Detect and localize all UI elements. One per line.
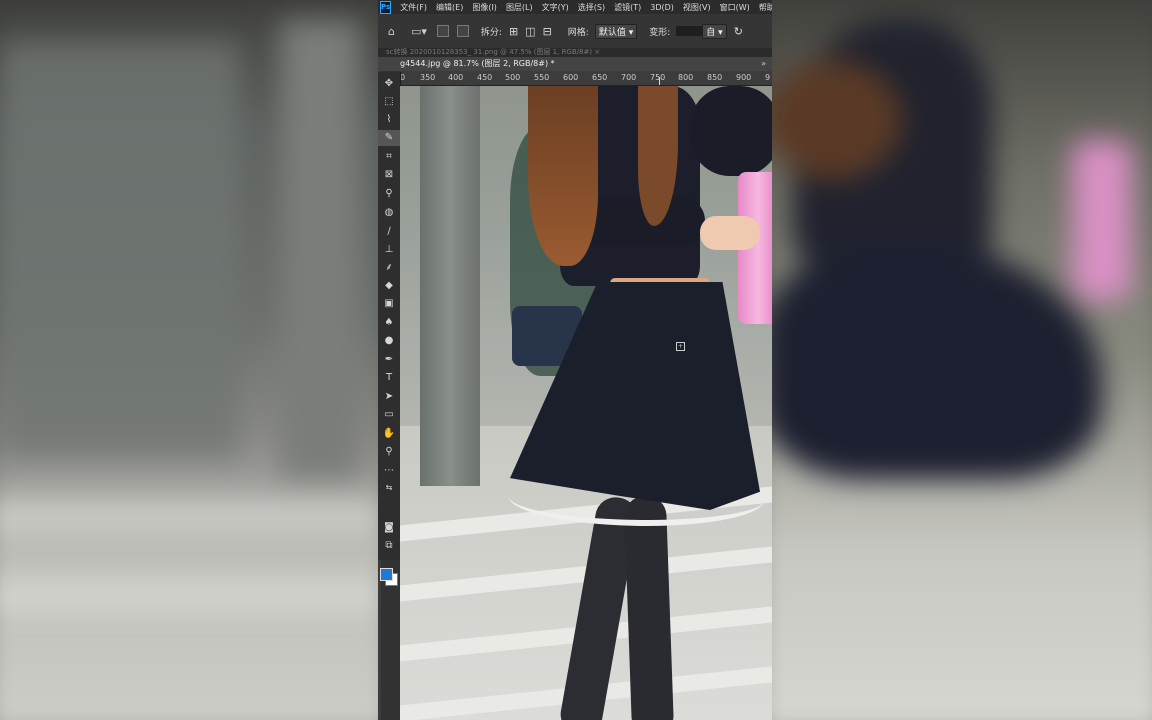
quick-mask-icon[interactable]: ◙ xyxy=(378,520,400,536)
reset-warp-icon[interactable]: ↻ xyxy=(734,25,743,38)
split-cross-icon[interactable]: ⊞ xyxy=(509,25,518,38)
ruler-cursor-marker xyxy=(659,77,660,85)
ruler-label: 9 xyxy=(765,73,771,82)
type-tool[interactable]: T xyxy=(378,370,400,386)
menu-layer[interactable]: 图层(L) xyxy=(506,2,533,13)
zoom-tool[interactable]: ⚲ xyxy=(378,444,400,460)
swap-colors-icon[interactable]: ⇆ xyxy=(378,480,400,496)
pen-tool[interactable]: ✒ xyxy=(378,352,400,368)
dodge-tool[interactable]: ● xyxy=(378,333,400,349)
grid-value: 默认值 xyxy=(598,27,626,38)
split-label: 拆分: xyxy=(480,27,502,38)
blur-tool[interactable]: ♠ xyxy=(378,315,400,331)
marquee-tool[interactable]: ⬚ xyxy=(378,94,400,110)
ruler-label: 750 xyxy=(650,73,666,82)
transform-checkbox[interactable] xyxy=(436,25,449,37)
document-tab-active[interactable]: g4544.jpg @ 81.7% (图层 2, RGB/8#) * » xyxy=(378,57,772,71)
tools-panel: ✥ ⬚ ⌇ ✎ ⌗ ⊠ ⚲ ◍ ∕ ⊥ ⸙ ◆ ▣ ♠ ● ✒ T ➤ ▭ ✋ … xyxy=(378,72,401,586)
clone-stamp-tool[interactable]: ⊥ xyxy=(378,242,400,258)
healing-brush-tool[interactable]: ◍ xyxy=(378,205,400,221)
ruler-label: 650 xyxy=(592,73,608,82)
gradient-tool[interactable]: ▣ xyxy=(378,296,400,312)
foreground-color-swatch[interactable] xyxy=(380,568,393,581)
blurred-background-right xyxy=(772,0,1152,720)
eyedropper-tool[interactable]: ⚲ xyxy=(378,186,400,202)
deform-swatch[interactable] xyxy=(676,26,703,36)
menu-edit[interactable]: 编辑(E) xyxy=(436,2,463,13)
document-tab-title: g4544.jpg @ 81.7% (图层 2, RGB/8#) * xyxy=(400,59,555,68)
hand-tool[interactable]: ✋ xyxy=(378,426,400,442)
menu-bar: Ps 文件(F) 编辑(E) 图像(I) 图层(L) 文字(Y) 选择(S) 滤… xyxy=(378,0,772,14)
menu-select[interactable]: 选择(S) xyxy=(578,2,605,13)
menu-view[interactable]: 视图(V) xyxy=(683,2,711,13)
ruler-label: 800 xyxy=(678,73,694,82)
move-tool[interactable]: ✥ xyxy=(378,76,400,92)
grid-label: 网格: xyxy=(567,27,589,38)
split-horizontal-icon[interactable]: ⊟ xyxy=(543,25,552,38)
frame-tool[interactable]: ⊠ xyxy=(378,167,400,183)
concrete-pillar xyxy=(420,86,480,486)
menu-3d[interactable]: 3D(D) xyxy=(650,3,674,12)
menu-help[interactable]: 帮助(H xyxy=(759,2,772,13)
document-tab-inactive[interactable]: sc转换 2020010128353_ 31.png @ 47.5% (图层 1… xyxy=(378,48,772,57)
document-canvas[interactable]: + xyxy=(400,86,772,720)
home-icon[interactable]: ⌂ xyxy=(388,25,395,38)
ruler-label: 700 xyxy=(621,73,637,82)
crosshair-cursor-icon: + xyxy=(676,342,685,351)
menu-filter[interactable]: 滤镜(T) xyxy=(614,2,641,13)
brush-tool[interactable]: ∕ xyxy=(378,224,400,240)
screen-mode-icon[interactable]: ⧉ xyxy=(378,538,400,554)
menu-type[interactable]: 文字(Y) xyxy=(542,2,569,13)
more-tools-icon[interactable]: ⋯ xyxy=(378,463,400,479)
tool-preset-icon[interactable]: ▭▾ xyxy=(411,25,427,38)
ruler-label: 600 xyxy=(563,73,579,82)
crop-tool[interactable]: ⌗ xyxy=(378,149,400,165)
ruler-label: 500 xyxy=(505,73,521,82)
ruler-label: 900 xyxy=(736,73,752,82)
lasso-tool[interactable]: ⌇ xyxy=(378,112,400,128)
photoshop-window: Ps 文件(F) 编辑(E) 图像(I) 图层(L) 文字(Y) 选择(S) 滤… xyxy=(378,0,772,720)
hand xyxy=(700,216,760,250)
deform-label: 变形: xyxy=(649,27,671,38)
right-leg xyxy=(623,495,675,720)
warp-checkbox[interactable] xyxy=(456,25,469,37)
menu-file[interactable]: 文件(F) xyxy=(400,2,427,13)
ruler-label: 450 xyxy=(477,73,493,82)
eraser-tool[interactable]: ◆ xyxy=(378,278,400,294)
deform-value: 自 xyxy=(706,27,716,38)
options-bar: ⌂ ▭▾ 拆分: ⊞ ◫ ⊟ 网格: 默认值 ▾ 变形: 自 ▾ ↻ xyxy=(378,14,772,49)
menu-window[interactable]: 窗口(W) xyxy=(720,2,750,13)
rectangle-tool[interactable]: ▭ xyxy=(378,407,400,423)
ruler-label: 850 xyxy=(707,73,723,82)
horizontal-ruler: 0 350 400 450 500 550 600 650 700 750 80… xyxy=(400,71,772,86)
history-brush-tool[interactable]: ⸙ xyxy=(378,260,400,276)
photoshop-logo-icon: Ps xyxy=(380,0,392,14)
split-vertical-icon[interactable]: ◫ xyxy=(525,25,535,38)
menu-image[interactable]: 图像(I) xyxy=(472,2,497,13)
tab-overflow-icon[interactable]: » xyxy=(761,57,766,71)
deform-select[interactable]: 自 ▾ xyxy=(702,23,727,39)
quick-select-tool[interactable]: ✎ xyxy=(378,130,400,146)
long-hair xyxy=(528,86,598,266)
ruler-label: 350 xyxy=(420,73,436,82)
ruler-label: 400 xyxy=(448,73,464,82)
ruler-label: 550 xyxy=(534,73,550,82)
grid-select[interactable]: 默认值 ▾ xyxy=(594,23,638,39)
path-select-tool[interactable]: ➤ xyxy=(378,389,400,405)
blurred-background-left xyxy=(0,0,378,720)
